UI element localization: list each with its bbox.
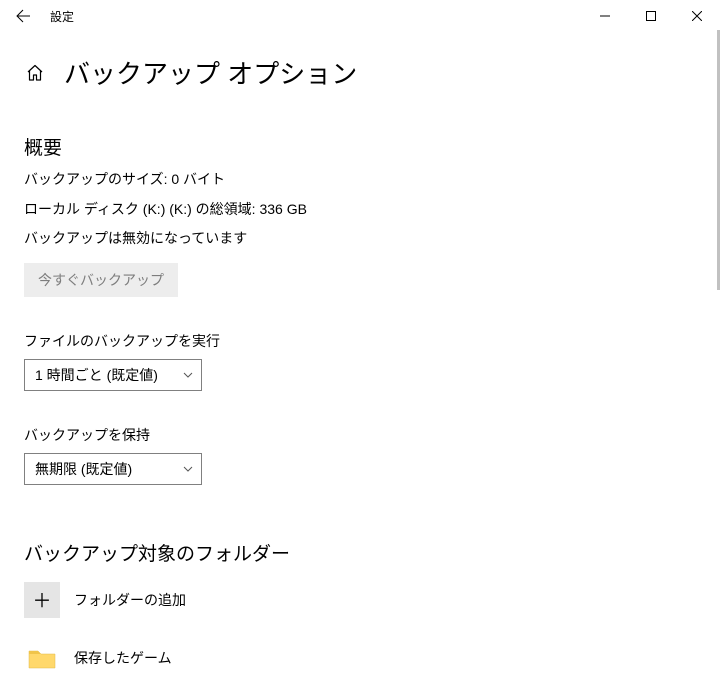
retention-select[interactable]: 無期限 (既定値)	[24, 453, 202, 485]
folder-row[interactable]: 保存したゲーム	[24, 636, 696, 680]
overview-heading: 概要	[24, 133, 696, 160]
page-title: バックアップ オプション	[64, 54, 357, 91]
close-icon	[692, 11, 702, 21]
title-bar-left: 設定	[0, 0, 74, 32]
back-button[interactable]	[0, 0, 46, 32]
home-button[interactable]	[24, 62, 46, 84]
overview-section: 概要 バックアップのサイズ: 0 バイト ローカル ディスク (K:) (K:)…	[24, 133, 696, 297]
folder-item-label: 保存したゲーム	[74, 648, 172, 668]
add-folder-row[interactable]: ＋ フォルダーの追加	[24, 578, 696, 622]
maximize-button[interactable]	[628, 0, 674, 32]
frequency-label: ファイルのバックアップを実行	[24, 331, 696, 351]
folder-icon	[24, 640, 60, 676]
chevron-down-icon	[183, 463, 193, 475]
plus-icon: ＋	[24, 582, 60, 618]
window-title: 設定	[46, 8, 74, 25]
maximize-icon	[646, 11, 656, 21]
frequency-section: ファイルのバックアップを実行 1 時間ごと (既定値)	[24, 331, 696, 391]
page-header: バックアップ オプション	[24, 54, 696, 91]
close-button[interactable]	[674, 0, 720, 32]
backup-size-line: バックアップのサイズ: 0 バイト	[24, 170, 696, 190]
window-controls	[582, 0, 720, 32]
title-bar: 設定	[0, 0, 720, 32]
retention-section: バックアップを保持 無期限 (既定値)	[24, 425, 696, 485]
frequency-select[interactable]: 1 時間ごと (既定値)	[24, 359, 202, 391]
minimize-button[interactable]	[582, 0, 628, 32]
retention-selected-value: 無期限 (既定値)	[35, 459, 132, 479]
minimize-icon	[600, 11, 610, 21]
frequency-selected-value: 1 時間ごと (既定値)	[35, 365, 158, 385]
folders-heading: バックアップ対象のフォルダー	[24, 539, 696, 566]
content-area: バックアップ オプション 概要 バックアップのサイズ: 0 バイト ローカル デ…	[0, 32, 720, 680]
home-icon	[26, 64, 44, 82]
chevron-down-icon	[183, 369, 193, 381]
backup-now-button: 今すぐバックアップ	[24, 263, 178, 297]
back-arrow-icon	[15, 8, 31, 24]
disk-space-line: ローカル ディスク (K:) (K:) の総領域: 336 GB	[24, 200, 696, 220]
retention-label: バックアップを保持	[24, 425, 696, 445]
backup-status-line: バックアップは無効になっています	[24, 229, 696, 249]
